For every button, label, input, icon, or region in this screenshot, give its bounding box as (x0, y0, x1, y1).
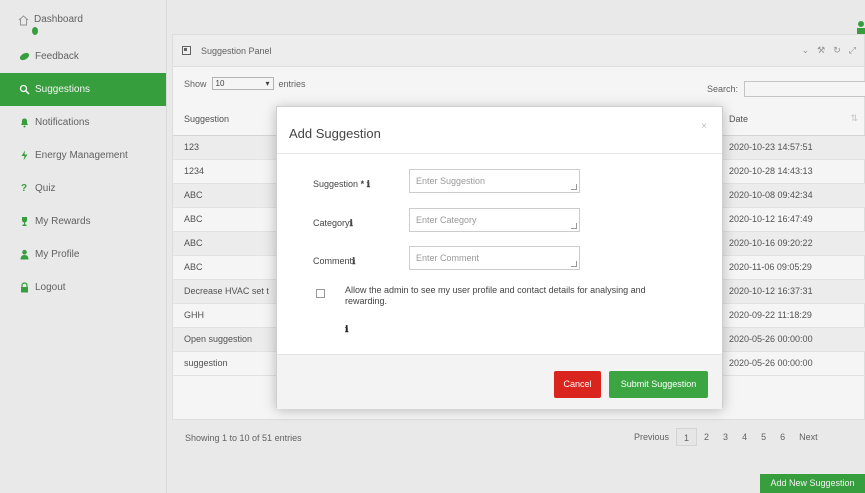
category-label: Categoryℹ (313, 218, 353, 228)
comment-label: Commentℹ (313, 256, 356, 266)
info-icon: ℹ (352, 256, 356, 266)
consent-checkbox[interactable] (316, 289, 325, 298)
cancel-button[interactable]: Cancel (554, 371, 601, 398)
add-suggestion-modal: Add Suggestion × Suggestion * ℹ Enter Su… (276, 106, 723, 409)
comment-field[interactable]: Enter Comment (409, 246, 580, 270)
info-icon: * ℹ (360, 179, 370, 189)
info-icon: ℹ (345, 324, 349, 334)
category-field[interactable]: Enter Category (409, 208, 580, 232)
consent-text: Allow the admin to see my user profile a… (345, 285, 646, 306)
modal-title: Add Suggestion (289, 126, 381, 141)
close-icon[interactable]: × (701, 121, 707, 132)
info-icon: ℹ (349, 218, 353, 228)
suggestion-field[interactable]: Enter Suggestion (409, 169, 580, 193)
suggestion-label: Suggestion * ℹ (313, 179, 370, 189)
submit-suggestion-button[interactable]: Submit Suggestion (609, 371, 708, 398)
modal-divider (277, 153, 722, 154)
